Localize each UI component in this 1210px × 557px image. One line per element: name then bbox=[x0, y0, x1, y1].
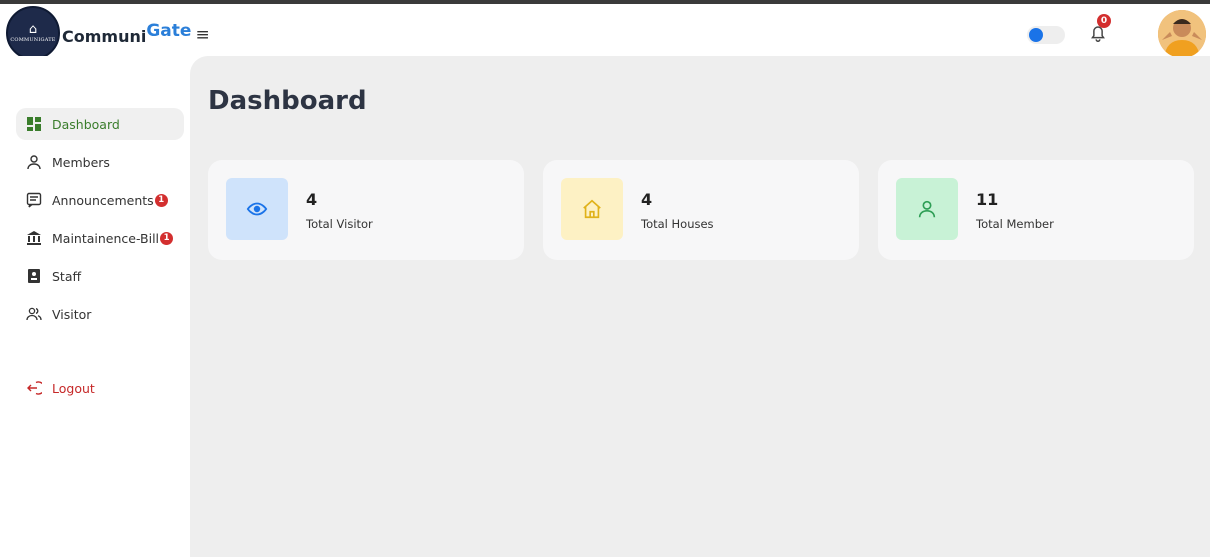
card-label: Total Visitor bbox=[306, 217, 373, 231]
announcement-icon bbox=[26, 192, 42, 208]
sidebar-item-label: Announcements bbox=[52, 192, 154, 208]
page-title: Dashboard bbox=[208, 86, 367, 116]
bank-icon bbox=[26, 230, 42, 246]
sidebar-item-maintainence-bill[interactable]: Maintainence-Bill 1 bbox=[16, 222, 184, 254]
card-value: 4 bbox=[306, 190, 318, 209]
card-icon-box bbox=[896, 178, 958, 240]
toggle-knob bbox=[1029, 28, 1043, 42]
maintainence-bill-badge: 1 bbox=[160, 231, 174, 245]
brand-part-1: Communi bbox=[62, 26, 147, 46]
logout-label: Logout bbox=[52, 380, 95, 396]
home-icon: ⌂ bbox=[28, 22, 38, 37]
user-icon bbox=[918, 200, 936, 218]
sidebar-item-staff[interactable]: Staff bbox=[16, 260, 184, 292]
card-value: 4 bbox=[641, 190, 653, 209]
card-icon-box bbox=[226, 178, 288, 240]
card-label: Total Member bbox=[976, 217, 1054, 231]
sidebar-item-label: Maintainence-Bill bbox=[52, 230, 160, 246]
home-icon bbox=[583, 199, 601, 219]
hamburger-menu-icon[interactable]: ≡ bbox=[195, 25, 209, 45]
sidebar: Dashboard Members Announcements 1 Mainta… bbox=[0, 56, 190, 557]
brand-part-2: Gate bbox=[146, 20, 192, 41]
top-header: ⌂ COMMUNIGATE Communi Gate ≡ 0 bbox=[0, 4, 1210, 60]
sidebar-item-label: Visitor bbox=[52, 306, 92, 322]
sidebar-item-dashboard[interactable]: Dashboard bbox=[16, 108, 184, 140]
sidebar-item-label: Dashboard bbox=[52, 116, 120, 132]
dashboard-icon bbox=[26, 116, 42, 132]
logout-icon bbox=[26, 380, 42, 396]
brand-name: Communi Gate bbox=[62, 21, 191, 46]
stat-card-houses[interactable]: 4 Total Houses bbox=[543, 160, 859, 260]
logout-button[interactable]: Logout bbox=[16, 372, 184, 404]
main-content: Dashboard 4 Total Visitor 4 Total Houses… bbox=[190, 56, 1210, 557]
stat-card-members[interactable]: 11 Total Member bbox=[878, 160, 1194, 260]
sidebar-item-members[interactable]: Members bbox=[16, 146, 184, 178]
logo-text: COMMUNIGATE bbox=[10, 37, 56, 43]
eye-icon bbox=[246, 202, 268, 216]
sidebar-item-visitor[interactable]: Visitor bbox=[16, 298, 184, 330]
sidebar-item-label: Members bbox=[52, 154, 110, 170]
notification-badge: 0 bbox=[1097, 14, 1111, 28]
stat-card-visitor[interactable]: 4 Total Visitor bbox=[208, 160, 524, 260]
card-icon-box bbox=[561, 178, 623, 240]
users-icon bbox=[26, 306, 42, 322]
user-icon bbox=[26, 154, 42, 170]
id-card-icon bbox=[26, 268, 42, 284]
theme-toggle[interactable] bbox=[1027, 26, 1065, 44]
card-label: Total Houses bbox=[641, 217, 714, 231]
card-value: 11 bbox=[976, 190, 999, 209]
sidebar-item-label: Staff bbox=[52, 268, 82, 284]
logo-emblem: ⌂ COMMUNIGATE bbox=[6, 6, 60, 60]
avatar-image bbox=[1158, 10, 1206, 58]
logo[interactable]: ⌂ COMMUNIGATE Communi Gate ≡ bbox=[6, 6, 210, 60]
sidebar-item-announcements[interactable]: Announcements 1 bbox=[16, 184, 184, 216]
avatar[interactable] bbox=[1158, 10, 1206, 58]
announcements-badge: 1 bbox=[154, 193, 168, 207]
